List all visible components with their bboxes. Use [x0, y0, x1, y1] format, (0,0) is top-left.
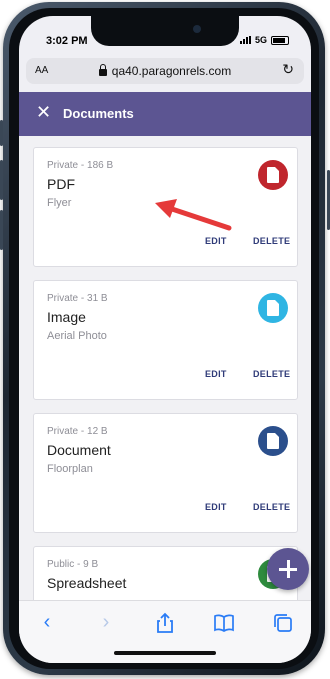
edit-button[interactable]: EDIT — [205, 236, 227, 246]
url-display[interactable]: qa40.paragonrels.com — [26, 64, 304, 78]
signal-icon — [239, 36, 251, 44]
notch — [91, 16, 239, 46]
document-meta: Private - 12 B — [47, 426, 108, 437]
document-card: Public - 9 B Spreadsheet — [33, 546, 298, 600]
lock-icon — [98, 64, 107, 76]
delete-button[interactable]: DELETE — [253, 369, 290, 379]
url-text: qa40.paragonrels.com — [111, 64, 232, 78]
bookmarks-icon[interactable] — [212, 611, 236, 635]
document-card: Private - 31 B Image Aerial Photo EDIT D… — [33, 280, 298, 400]
add-document-button[interactable] — [267, 548, 309, 590]
camera — [193, 25, 201, 33]
document-description: Floorplan — [47, 463, 93, 475]
delete-button[interactable]: DELETE — [253, 236, 290, 246]
address-bar[interactable]: AA qa40.paragonrels.com ↻ — [26, 58, 304, 84]
document-meta: Private - 186 B — [47, 160, 114, 171]
share-icon[interactable] — [153, 611, 177, 635]
document-meta: Private - 31 B — [47, 293, 108, 304]
browser-toolbar: ‹ › — [19, 600, 311, 663]
close-icon[interactable]: ✕ — [36, 102, 51, 123]
document-description: Aerial Photo — [47, 330, 107, 342]
network-label: 5G — [254, 35, 267, 45]
back-icon[interactable]: ‹ — [35, 611, 59, 635]
document-description: Flyer — [47, 197, 72, 209]
phone-side-button — [0, 210, 3, 250]
phone-side-button — [0, 120, 3, 146]
status-time: 3:02 PM — [46, 35, 88, 47]
document-card: Private - 12 B Document Floorplan EDIT D… — [33, 413, 298, 533]
document-name: Document — [47, 442, 111, 458]
home-indicator[interactable] — [114, 651, 216, 655]
document-name: Image — [47, 309, 86, 325]
phone-side-button — [0, 160, 3, 200]
document-name: PDF — [47, 176, 75, 192]
phone-screen: 3:02 PM 5G AA qa40.paragonrels.com ↻ ✕ D… — [19, 16, 311, 663]
status-indicators: 5G — [239, 35, 289, 45]
pdf-file-icon — [258, 160, 288, 190]
document-name: Spreadsheet — [47, 575, 127, 591]
image-file-icon — [258, 293, 288, 323]
reload-icon[interactable]: ↻ — [282, 61, 294, 78]
page-title: Documents — [63, 106, 134, 121]
forward-icon[interactable]: › — [94, 611, 118, 635]
edit-button[interactable]: EDIT — [205, 369, 227, 379]
document-file-icon — [258, 426, 288, 456]
app-header: ✕ Documents — [19, 92, 311, 136]
document-meta: Public - 9 B — [47, 559, 99, 570]
delete-button[interactable]: DELETE — [253, 502, 290, 512]
battery-icon — [271, 35, 289, 45]
edit-button[interactable]: EDIT — [205, 502, 227, 512]
tabs-icon[interactable] — [271, 611, 295, 635]
annotation-arrow — [155, 199, 232, 231]
